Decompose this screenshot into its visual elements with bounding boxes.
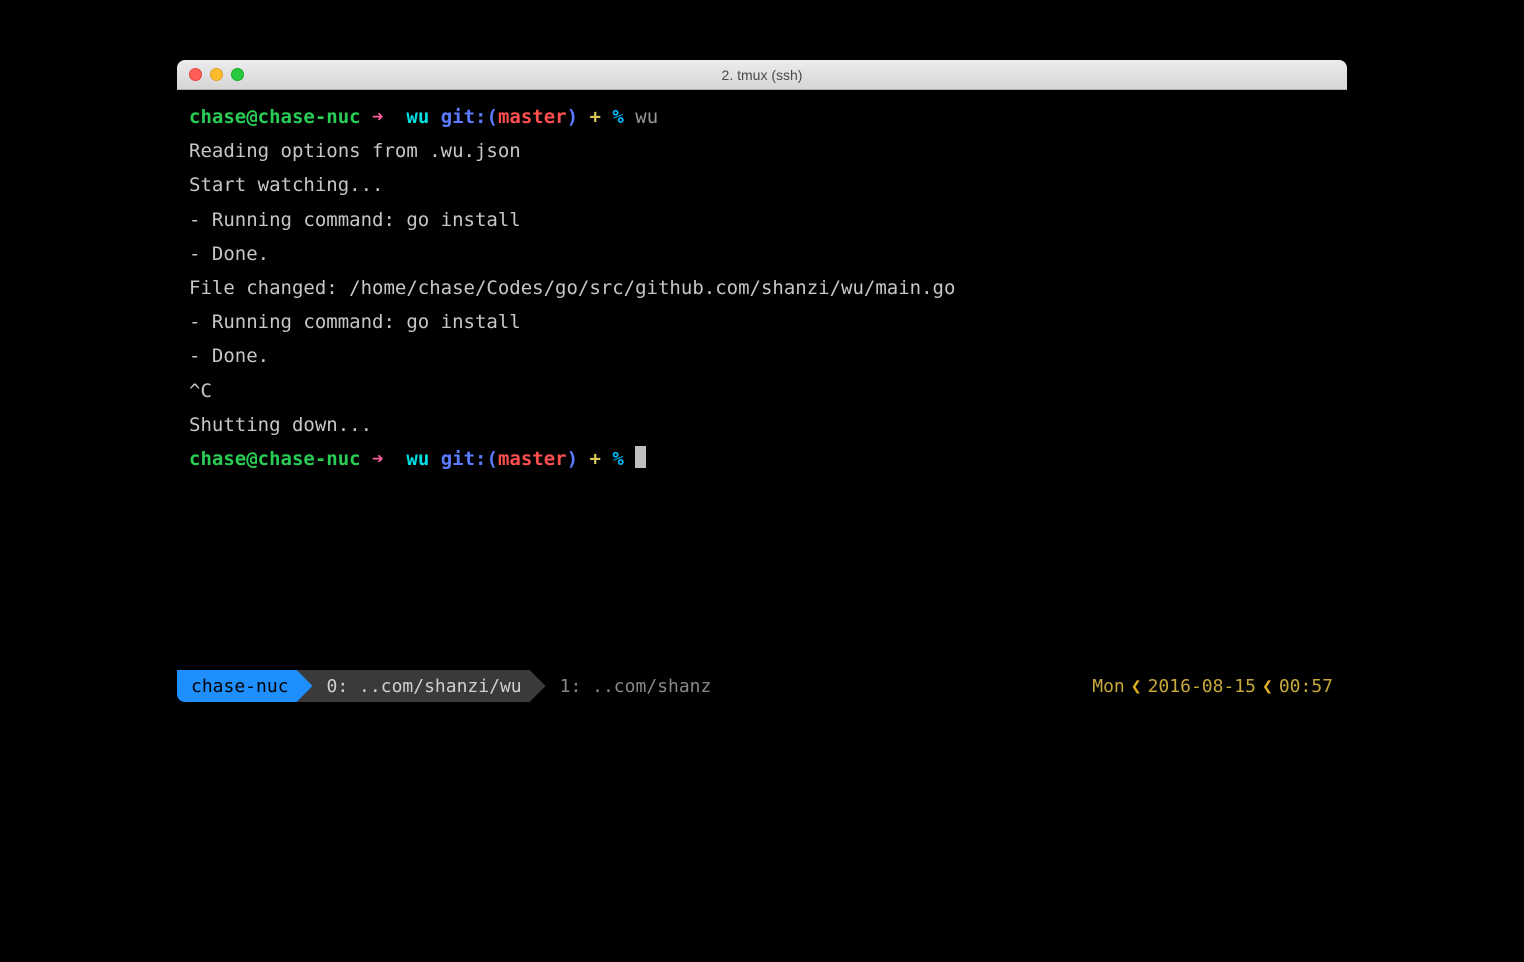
command-input: wu [635,106,658,128]
prompt-percent: % [612,106,623,128]
chevron-left-icon: ❮ [1256,676,1279,697]
output-line: - Done. [189,345,269,367]
window-title: 2. tmux (ssh) [177,67,1347,83]
prompt-plus: + [589,106,600,128]
terminal-window: 2. tmux (ssh) chase@chase-nuc ➜ wu git:(… [177,60,1347,702]
close-icon[interactable] [189,68,202,81]
prompt-branch: master [498,448,567,470]
status-host[interactable]: chase-nuc [177,670,313,702]
prompt-git-label: git:( [441,448,498,470]
prompt-dir: wu [406,106,429,128]
traffic-lights [177,68,244,81]
prompt-plus: + [589,448,600,470]
tmux-status-bar: chase-nuc 0: ..com/shanzi/wu 1: ..com/sh… [177,670,1347,702]
output-line: ^C [189,380,212,402]
prompt-git-close: ) [567,448,578,470]
status-datetime: Mon ❮ 2016-08-15 ❮ 00:57 [1078,670,1347,702]
prompt-git-label: git:( [441,106,498,128]
status-day: Mon [1092,676,1125,697]
maximize-icon[interactable] [231,68,244,81]
prompt-branch: master [498,106,567,128]
status-window-0[interactable]: 0: ..com/shanzi/wu [297,670,546,702]
chevron-left-icon: ❮ [1125,676,1148,697]
status-window-1[interactable]: 1: ..com/shanz [530,670,1079,702]
output-line: Shutting down... [189,414,372,436]
cursor-icon [635,446,646,468]
output-line: File changed: /home/chase/Codes/go/src/g… [189,277,955,299]
output-line: - Running command: go install [189,209,521,231]
output-line: - Running command: go install [189,311,521,333]
titlebar: 2. tmux (ssh) [177,60,1347,90]
terminal-body[interactable]: chase@chase-nuc ➜ wu git:(master) + % wu… [177,90,1347,670]
prompt-arrow-icon: ➜ [372,106,383,128]
prompt-dir: wu [406,448,429,470]
output-line: Start watching... [189,174,383,196]
minimize-icon[interactable] [210,68,223,81]
prompt-arrow-icon: ➜ [372,448,383,470]
output-line: Reading options from .wu.json [189,140,521,162]
output-line: - Done. [189,243,269,265]
prompt-user-host: chase@chase-nuc [189,106,361,128]
prompt-user-host: chase@chase-nuc [189,448,361,470]
status-time: 00:57 [1279,676,1333,697]
prompt-percent: % [612,448,623,470]
prompt-git-close: ) [567,106,578,128]
status-date: 2016-08-15 [1148,676,1256,697]
